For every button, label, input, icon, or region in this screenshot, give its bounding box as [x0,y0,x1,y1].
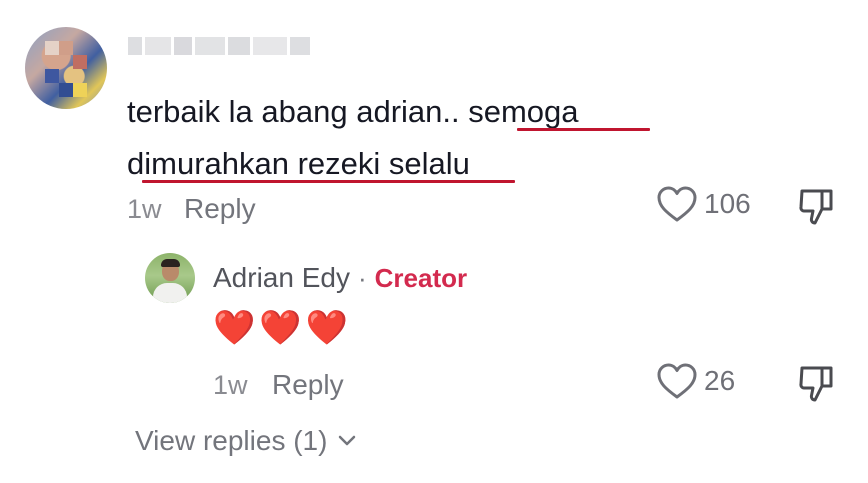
reply-author-name[interactable]: Adrian Edy [213,262,350,294]
heart-outline-icon[interactable] [656,185,698,223]
reply-header: Adrian Edy · Creator [213,262,467,294]
thumbs-down-icon[interactable] [798,187,836,227]
view-replies-label: View replies (1) [135,425,328,456]
comment-reply-button[interactable]: Reply [184,193,256,225]
comment-timestamp: 1w [127,194,162,224]
creator-badge: Creator [374,262,468,293]
view-replies-button[interactable]: View replies (1) [135,425,357,457]
reply-timestamp: 1w [213,370,248,400]
highlight-underline-2 [142,180,515,183]
reply-like-button[interactable]: 26 [656,362,735,400]
reply-body: ❤️❤️❤️ [213,309,353,347]
comment-like-count: 106 [704,188,751,219]
creator-avatar[interactable] [145,253,195,303]
reply-like-count: 26 [704,365,736,396]
heart-outline-icon[interactable] [656,362,698,400]
chevron-down-icon [337,434,357,448]
thumbs-down-icon[interactable] [798,364,836,404]
commenter-avatar[interactable] [25,27,107,109]
comment-body: terbaik la abang adrian.. semoga dimurah… [127,86,707,190]
reply-reply-button[interactable]: Reply [272,369,344,401]
separator-dot: · [357,262,367,293]
commenter-username-blurred[interactable] [128,34,328,58]
highlight-underline-1 [517,128,650,131]
comment-like-button[interactable]: 106 [656,185,751,223]
